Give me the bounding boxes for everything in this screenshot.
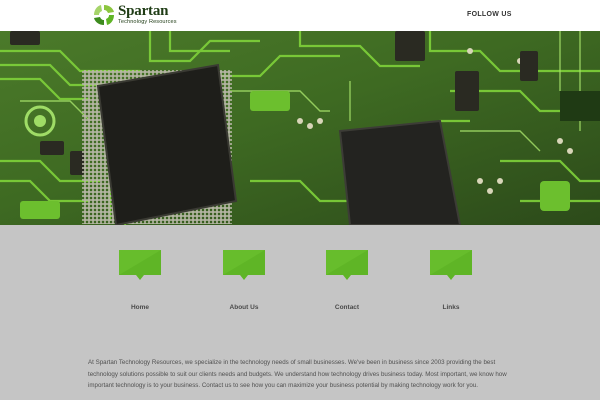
hero-banner <box>0 31 600 225</box>
speech-bubble-icon <box>430 250 472 280</box>
feature-home[interactable]: Home <box>117 250 163 311</box>
feature-about-us[interactable]: About Us <box>221 250 267 311</box>
spartan-logo-icon <box>94 5 114 25</box>
site-header: Spartan Technology Resources FOLLOW US <box>0 0 600 31</box>
feature-links[interactable]: Links <box>428 250 474 311</box>
feature-contact-link[interactable]: Contact <box>335 304 359 311</box>
logo-name: Spartan <box>118 3 169 20</box>
speech-bubble-icon <box>326 250 368 280</box>
speech-bubble-icon <box>119 250 161 280</box>
logo-tagline: Technology Resources <box>118 19 177 26</box>
feature-contact[interactable]: Contact <box>324 250 370 311</box>
nav-follow-us[interactable]: FOLLOW US <box>467 11 512 18</box>
circuit-board-image <box>0 31 600 225</box>
feature-links-link[interactable]: Links <box>443 304 460 311</box>
site-logo[interactable]: Spartan Technology Resources <box>93 2 177 28</box>
intro-paragraph: At Spartan Technology Resources, we spec… <box>88 359 507 390</box>
feature-home-link[interactable]: Home <box>131 304 149 311</box>
speech-bubble-icon <box>223 250 265 280</box>
feature-about-us-link[interactable]: About Us <box>230 304 259 311</box>
